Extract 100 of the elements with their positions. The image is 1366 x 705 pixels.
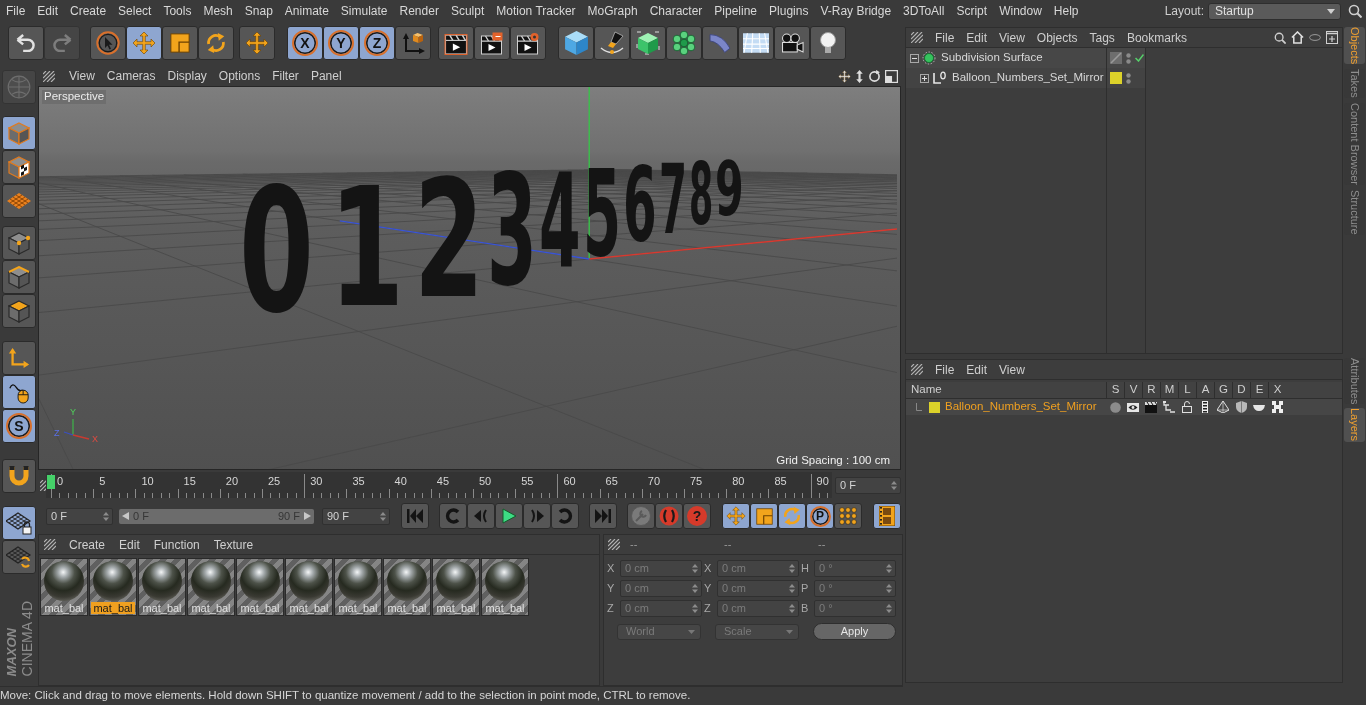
axis-lock-button[interactable]: Z <box>359 26 395 60</box>
subdivision-button[interactable] <box>630 26 666 60</box>
tool-button[interactable] <box>198 26 234 60</box>
menu-item[interactable]: Objects <box>1030 31 1084 44</box>
menu-item[interactable]: View <box>63 70 101 82</box>
help-button[interactable]: ? <box>683 503 711 529</box>
menu-item[interactable]: Tools <box>157 1 198 21</box>
material-tile[interactable]: mat_bal <box>481 558 529 616</box>
workplane-button[interactable] <box>2 506 36 540</box>
render-picture-button[interactable] <box>474 26 510 60</box>
menu-item[interactable]: Sculpt <box>444 1 491 21</box>
solo-button[interactable]: S <box>2 409 36 443</box>
camera-button[interactable] <box>774 26 810 60</box>
menu-item[interactable]: View <box>993 363 1031 376</box>
render-view-button[interactable] <box>438 26 474 60</box>
menu-item[interactable]: Help <box>1047 1 1085 21</box>
deformer-button[interactable] <box>702 26 738 60</box>
side-tab[interactable]: Objects <box>1344 27 1365 65</box>
frame-field[interactable]: 0 F <box>835 476 901 494</box>
menu-item[interactable]: V-Ray Bridge <box>814 1 898 21</box>
material-tile[interactable]: mat_bal <box>89 558 137 616</box>
first-frame-button[interactable] <box>401 503 429 529</box>
cube-button[interactable] <box>558 26 594 60</box>
axis-lock-button[interactable]: X <box>287 26 323 60</box>
menu-item[interactable]: Select <box>112 1 158 21</box>
menu-item[interactable]: Render <box>393 1 445 21</box>
tool-button[interactable] <box>90 26 126 60</box>
cloner-button[interactable] <box>666 26 702 60</box>
menu-item[interactable]: Character <box>643 1 709 21</box>
side-tab[interactable]: Layers <box>1344 408 1365 442</box>
object-row[interactable]: Subdivision Surface <box>906 48 1106 68</box>
menu-item[interactable]: File <box>0 1 32 21</box>
key-filter-button[interactable] <box>722 503 750 529</box>
tool-button[interactable] <box>239 26 275 60</box>
menu-item[interactable]: Create <box>64 1 113 21</box>
menu-item[interactable]: Cameras <box>100 70 162 82</box>
search-button[interactable] <box>1348 4 1362 18</box>
material-tile[interactable]: mat_bal <box>187 558 235 616</box>
key-filter-button[interactable] <box>834 503 862 529</box>
mode-button[interactable] <box>2 116 36 150</box>
menu-item[interactable]: Animate <box>278 1 335 21</box>
menu-item[interactable]: Function <box>146 538 207 551</box>
menu-item[interactable]: Plugins <box>763 1 815 21</box>
material-tile[interactable]: mat_bal <box>285 558 333 616</box>
undo-button[interactable] <box>8 26 44 60</box>
menu-item[interactable]: Mesh <box>197 1 239 21</box>
menu-item[interactable]: Create <box>62 538 113 551</box>
material-tile[interactable]: mat_bal <box>138 558 186 616</box>
menu-item[interactable]: Texture <box>206 538 261 551</box>
menu-item[interactable]: 3DToAll <box>897 1 951 21</box>
menu-item[interactable]: Edit <box>112 538 147 551</box>
next-key-button[interactable] <box>551 503 579 529</box>
render-settings-button[interactable] <box>510 26 546 60</box>
axis-lock-button[interactable]: Y <box>323 26 359 60</box>
menu-item[interactable]: Display <box>161 70 213 82</box>
material-tile[interactable]: mat_bal <box>334 558 382 616</box>
menu-item[interactable]: Edit <box>31 1 65 21</box>
snap-button[interactable] <box>2 459 36 493</box>
menu-item[interactable]: Filter <box>266 70 305 82</box>
menu-item[interactable]: Motion Tracker <box>490 1 582 21</box>
end-frame-field[interactable]: 90 F <box>322 507 390 525</box>
material-tile[interactable]: mat_bal <box>383 558 431 616</box>
record-button[interactable] <box>655 503 683 529</box>
workplane-button[interactable] <box>2 540 36 574</box>
last-frame-button[interactable] <box>589 503 617 529</box>
key-button[interactable] <box>627 503 655 529</box>
key-filter-button[interactable]: P <box>806 503 834 529</box>
tool-button[interactable] <box>2 341 36 375</box>
menu-item[interactable]: Tags <box>1083 31 1121 44</box>
menu-item[interactable]: View <box>993 31 1031 44</box>
tool-button[interactable] <box>162 26 198 60</box>
key-filter-button[interactable] <box>778 503 806 529</box>
play-button[interactable] <box>495 503 523 529</box>
coordinate-system-button[interactable] <box>395 26 431 60</box>
menu-item[interactable]: Options <box>212 70 267 82</box>
timeline-button[interactable] <box>873 503 901 529</box>
menu-item[interactable]: Simulate <box>334 1 394 21</box>
key-filter-button[interactable] <box>750 503 778 529</box>
mode-button[interactable] <box>2 260 36 294</box>
menu-item[interactable]: Script <box>950 1 994 21</box>
menu-item[interactable]: Panel <box>304 70 348 82</box>
tool-button[interactable] <box>2 375 36 409</box>
mode-button[interactable] <box>2 294 36 328</box>
menu-item[interactable]: MoGraph <box>581 1 644 21</box>
menu-item[interactable]: Edit <box>960 31 994 44</box>
pen-button[interactable] <box>594 26 630 60</box>
material-tile[interactable]: mat_bal <box>236 558 284 616</box>
material-tile[interactable]: mat_bal <box>432 558 480 616</box>
menu-item[interactable]: Edit <box>960 363 994 376</box>
layout-dropdown[interactable]: Startup <box>1208 2 1341 20</box>
floor-button[interactable] <box>738 26 774 60</box>
previous-key-button[interactable] <box>439 503 467 529</box>
start-frame-field[interactable]: 0 F <box>46 507 113 525</box>
mode-button[interactable] <box>2 150 36 184</box>
menu-item[interactable]: File <box>929 363 961 376</box>
menu-item[interactable]: Window <box>993 1 1048 21</box>
menu-item[interactable]: Pipeline <box>708 1 764 21</box>
light-button[interactable] <box>810 26 846 60</box>
object-row[interactable]: Balloon_Numbers_Set_Mirror <box>906 68 1106 88</box>
tool-button[interactable] <box>126 26 162 60</box>
